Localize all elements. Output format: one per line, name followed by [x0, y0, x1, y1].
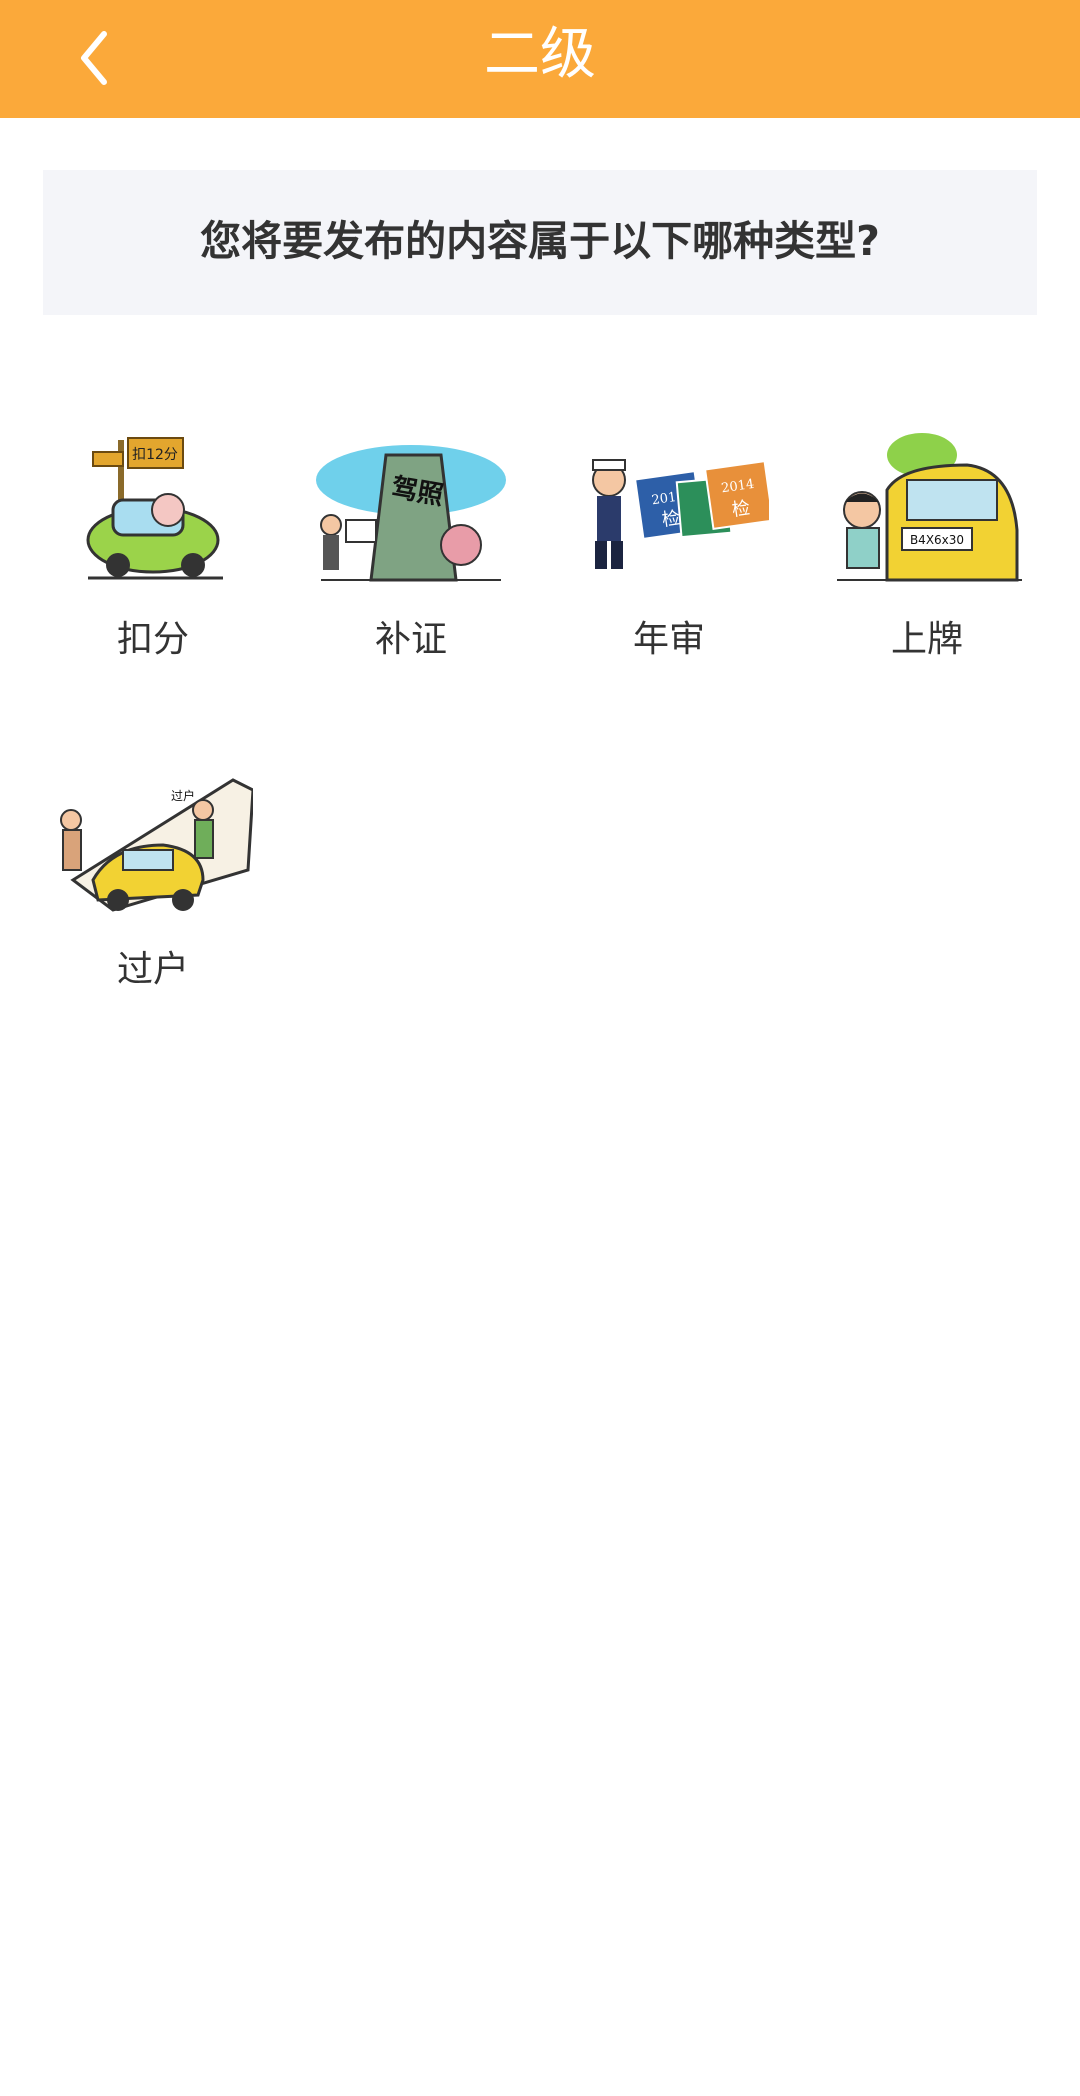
svg-text:B4X6x30: B4X6x30 — [910, 533, 964, 547]
app-header: 二级 — [0, 0, 1080, 118]
category-label: 上牌 — [890, 619, 963, 660]
category-license-reissue[interactable]: 驾照 补证 — [291, 420, 531, 690]
page-title: 二级 — [484, 22, 596, 87]
svg-text:过户: 过户 — [171, 788, 195, 803]
category-label: 补证 — [374, 619, 447, 660]
annual-inspection-icon: 2013 检 2014 检 — [592, 459, 769, 569]
license-plate-icon: B4X6x30 — [837, 433, 1022, 582]
category-label: 扣分 — [116, 619, 189, 660]
category-label: 年审 — [632, 619, 705, 660]
question-text: 您将要发布的内容属于以下哪种类型? — [200, 217, 880, 265]
svg-text:检: 检 — [731, 498, 752, 521]
category-ownership-transfer[interactable]: 过户 过户 — [33, 750, 273, 1020]
category-label: 过户 — [116, 949, 189, 990]
category-penalty-points[interactable]: 扣12分 扣分 — [33, 420, 273, 690]
svg-text:扣12分: 扣12分 — [132, 447, 178, 463]
category-license-plate[interactable]: B4X6x30 上牌 — [807, 420, 1047, 690]
penalty-points-icon: 扣12分 — [86, 437, 223, 580]
question-banner: 您将要发布的内容属于以下哪种类型? — [43, 170, 1037, 315]
category-annual-inspection[interactable]: 2013 检 2014 检 年审 — [549, 420, 789, 690]
ownership-transfer-icon: 过户 — [60, 778, 253, 912]
license-reissue-icon: 驾照 — [316, 445, 506, 582]
